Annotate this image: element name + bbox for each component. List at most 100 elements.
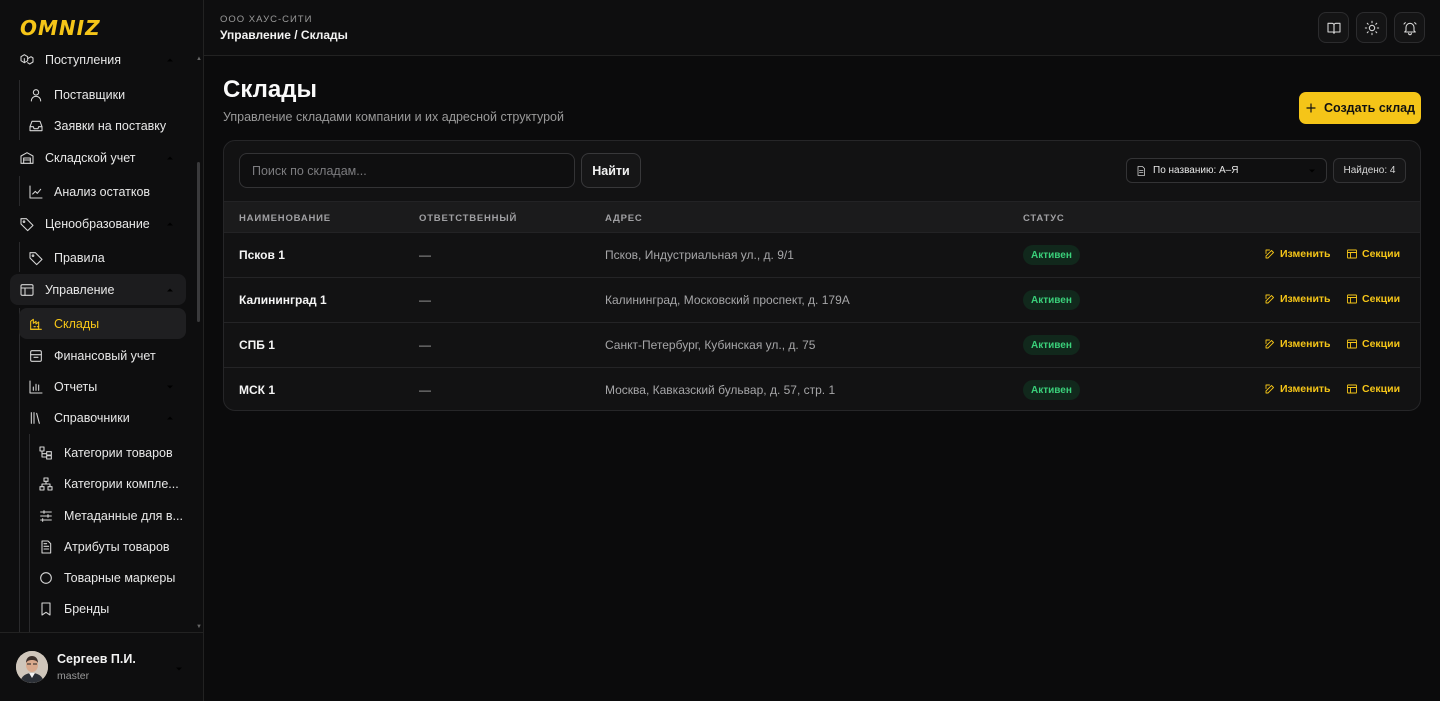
chevron-down-icon[interactable] [164,381,176,393]
column-header-responsible[interactable]: ОТВЕТСТВЕННЫЙ [419,213,517,224]
sidebar-item-label: Отчеты [54,379,98,394]
sort-value: По названию: А–Я [1153,165,1239,176]
sidebar-item-financial-accounting[interactable]: Финансовый учет [19,340,186,371]
user-menu[interactable]: Сергеев П.И. master [0,632,203,701]
docs-button[interactable] [1318,12,1349,43]
theme-toggle-button[interactable] [1356,12,1387,43]
sections-button[interactable]: Секции [1346,383,1400,395]
warehouse-responsible: — [419,383,431,397]
warehouse-small-icon [28,316,44,332]
chevron-up-icon[interactable] [164,284,176,296]
edit-button[interactable]: Изменить [1264,293,1331,305]
sidebar-item-product-markers[interactable]: Товарные маркеры [29,562,186,593]
tag-icon [28,250,44,266]
table-row[interactable]: Псков 1 — Псков, Индустриальная ул., д. … [224,233,1420,278]
create-warehouse-button[interactable]: Создать склад [1299,92,1421,124]
user-icon [28,87,44,103]
edit-label: Изменить [1280,338,1331,350]
sidebar-item-label: Поступления [45,52,121,67]
warehouse-responsible: — [419,248,431,262]
warehouse-name: Калининград 1 [239,293,327,307]
edit-label: Изменить [1280,293,1331,305]
sidebar-item-kit-categories[interactable]: Категории компле... [29,468,186,499]
find-button[interactable]: Найти [581,153,641,188]
found-count-badge: Найдено: 4 [1333,158,1406,183]
edit-label: Изменить [1280,383,1331,395]
sidebar-item-product-attributes[interactable]: Атрибуты товаров [29,531,186,562]
sidebar-item-warehouses[interactable]: Склады [19,308,186,339]
chevron-up-icon[interactable] [164,152,176,164]
sidebar-item-label: Метаданные для в... [64,508,183,523]
table-row[interactable]: СПБ 1 — Санкт-Петербург, Кубинская ул., … [224,323,1420,368]
chevron-up-icon[interactable] [164,412,176,424]
sections-label: Секции [1362,338,1401,350]
status-badge: Активен [1023,245,1080,265]
chevron-up-icon[interactable] [164,54,176,66]
sidebar-item-pricing[interactable]: Ценообразование [10,208,186,239]
chart-line-icon [28,184,44,200]
warehouse-responsible: — [419,293,431,307]
user-name: Сергеев П.И. [57,652,136,666]
table-row[interactable]: МСК 1 — Москва, Кавказский бульвар, д. 5… [224,368,1420,410]
warehouse-name: МСК 1 [239,383,275,397]
sections-button[interactable]: Секции [1346,338,1400,350]
tree-icon [38,445,54,461]
scroll-down-arrow[interactable]: ▼ [196,624,202,630]
column-header-address[interactable]: АДРЕС [605,213,643,224]
sidebar-item-rules[interactable]: Правила [19,242,186,273]
sidebar-item-management[interactable]: Управление [10,274,186,305]
app-logo[interactable]: OMNIZ [20,18,101,38]
status-badge: Активен [1023,290,1080,310]
file-text-icon [38,539,54,555]
sidebar-item-supply-requests[interactable]: Заявки на поставку [19,110,186,141]
column-header-status[interactable]: СТАТУС [1023,213,1065,224]
sidebar-item-label: Заявки на поставку [54,118,167,133]
sections-label: Секции [1362,293,1401,305]
sidebar-item-metadata[interactable]: Метаданные для в... [29,500,186,531]
column-header-name[interactable]: НАИМЕНОВАНИЕ [239,213,331,224]
sections-button[interactable]: Секции [1346,248,1400,260]
sidebar-item-suppliers[interactable]: Поставщики [19,79,186,110]
sidebar-scrollbar[interactable] [197,162,200,322]
sidebar-item-warehouse-accounting[interactable]: Складской учет [10,142,186,173]
sidebar-item-product-categories[interactable]: Категории товаров [29,437,186,468]
sidebar-item-receipts[interactable]: Поступления [10,44,186,75]
sidebar-item-label: Категории компле... [64,476,179,491]
layout-icon [1346,383,1358,395]
edit-button[interactable]: Изменить [1264,383,1331,395]
sidebar-item-directories[interactable]: Справочники [19,402,186,433]
sidebar-nav: Поступления Поставщики Заявки на поставк… [0,44,196,632]
sidebar-item-label: Анализ остатков [54,184,151,199]
sidebar-item-label: Поставщики [54,87,126,102]
warehouse-address: Псков, Индустриальная ул., д. 9/1 [605,248,794,262]
tags-icon [19,216,35,232]
warehouse-icon [19,150,35,166]
create-warehouse-label: Создать склад [1323,101,1416,115]
search-input[interactable] [239,153,575,188]
layout-icon [19,282,35,298]
chevron-down-icon[interactable] [173,663,185,675]
sidebar-item-reports[interactable]: Отчеты [19,371,186,402]
sections-button[interactable]: Секции [1346,293,1400,305]
bookmark-icon [38,601,54,617]
scroll-up-arrow[interactable]: ▲ [196,56,202,62]
sidebar-item-brands[interactable]: Бренды [29,593,186,624]
edit-button[interactable]: Изменить [1264,248,1331,260]
sort-select[interactable]: По названию: А–Я [1126,158,1327,183]
chevron-up-icon[interactable] [164,218,176,230]
sidebar-item-stock-analysis[interactable]: Анализ остатков [19,176,186,207]
sidebar: OMNIZ Поступления Поставщики Заявки на п… [0,0,204,701]
sidebar-item-label: Ценообразование [45,216,150,231]
table-row[interactable]: Калининград 1 — Калининград, Московский … [224,278,1420,323]
sidebar-item-label: Категории товаров [64,445,173,460]
boxes-icon [19,52,35,68]
edit-button[interactable]: Изменить [1264,338,1331,350]
sidebar-item-label: Управление [45,282,115,297]
notifications-button[interactable] [1394,12,1425,43]
archive-icon [28,348,44,364]
avatar [16,651,48,683]
top-bar: ООО ХАУС-СИТИ Управление / Склады [204,0,1440,56]
inbox-icon [28,118,44,134]
bell-icon [1402,20,1418,36]
chevron-down-icon [1306,165,1318,177]
